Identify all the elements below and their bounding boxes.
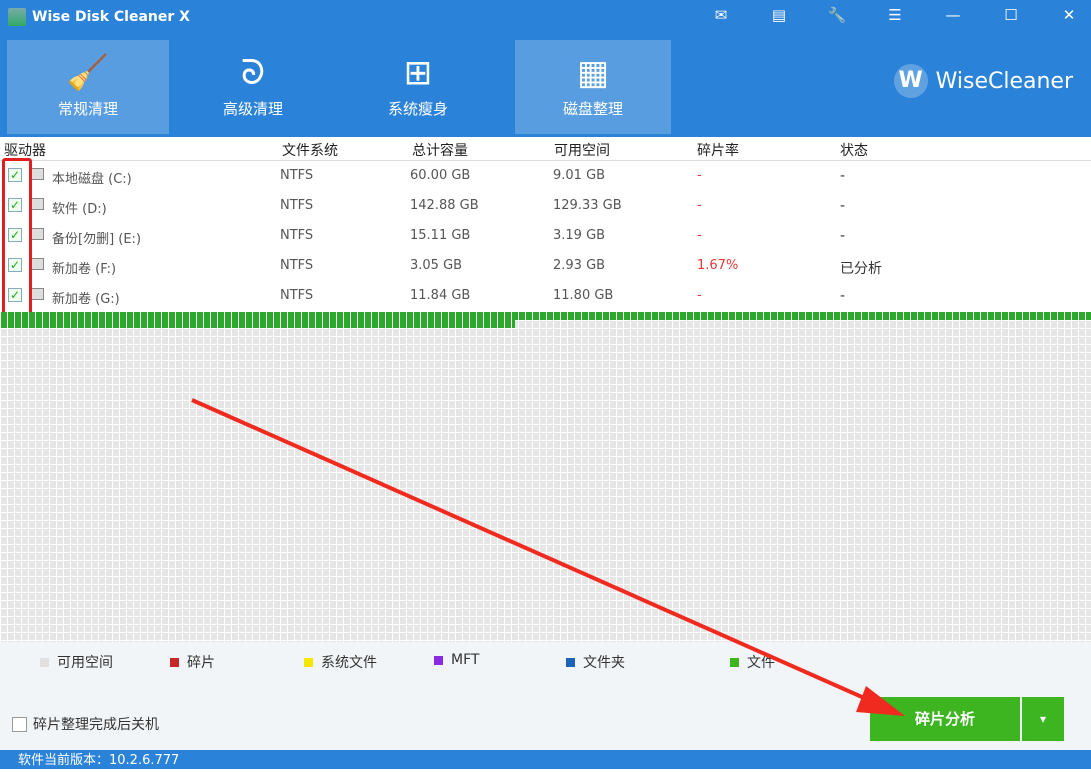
- annotation-arrow: [191, 398, 905, 716]
